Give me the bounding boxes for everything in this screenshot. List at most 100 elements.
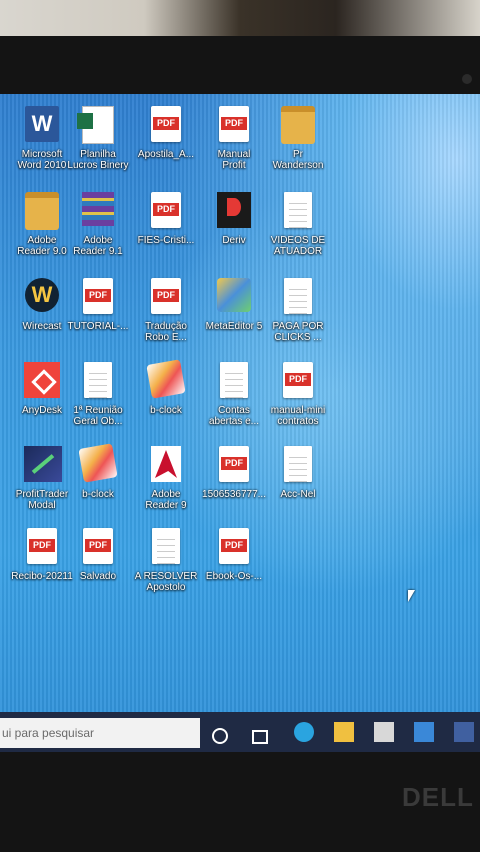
desktop-icon-label: Microsoft Word 2010 — [17, 149, 67, 171]
pdf-icon: PDF — [80, 528, 116, 568]
desktop-icon[interactable]: PAGA POR CLICKS ... — [266, 278, 330, 343]
pdf-icon: PDF — [280, 362, 316, 402]
pdf-icon: PDF — [80, 278, 116, 318]
wirecast-icon: W — [24, 278, 60, 318]
desktop-icon-label: Contas abertas e... — [208, 405, 260, 427]
desktop-icon[interactable]: 1ª Reunião Geral Ob... — [66, 362, 130, 427]
doc-icon — [148, 528, 184, 568]
doc-icon — [80, 362, 116, 402]
desktop-icon[interactable]: b-clock — [66, 443, 130, 500]
desktop-icon[interactable]: Contas abertas e... — [202, 362, 266, 427]
desktop-icon-label: Pr Wanderson — [272, 149, 324, 171]
desktop-icon-label: Acc-Nel — [280, 489, 316, 500]
edge-icon[interactable] — [294, 722, 314, 742]
desktop-icon-label: Planilha Lucros Binery — [67, 149, 129, 171]
doc-icon — [216, 362, 252, 402]
clock-icon — [78, 443, 118, 486]
anydesk-icon — [24, 362, 60, 402]
task-view-icon[interactable] — [252, 730, 268, 744]
doc-icon — [280, 278, 316, 318]
desktop-screen: W Microsoft Word 2010 Planilha Lucros Bine… — [0, 94, 480, 750]
pdf-icon: PDF — [216, 528, 252, 568]
desktop-icon[interactable]: Pr Wanderson — [266, 106, 330, 171]
desktop-icon-label: Adobe Reader 9 — [145, 489, 187, 511]
desktop-icon[interactable]: PDF FIES-Cristi... — [134, 192, 198, 246]
desktop-icon-label: AnyDesk — [21, 405, 62, 416]
folder-icon — [24, 192, 60, 232]
desktop-icon[interactable]: PDF Salvado — [66, 528, 130, 582]
desktop-icon[interactable]: W Microsoft Word 2010 — [10, 106, 74, 171]
doc-icon — [280, 192, 316, 232]
desktop-icon-label: manual-mini contratos — [270, 405, 326, 427]
store-icon[interactable] — [374, 722, 394, 742]
desktop-icon[interactable]: Planilha Lucros Binery — [66, 106, 130, 171]
pdf-icon: PDF — [216, 106, 252, 146]
file-explorer-icon[interactable] — [334, 722, 354, 742]
desktop-icon[interactable]: Adobe Reader 9.0 — [10, 192, 74, 257]
word-icon: W — [24, 106, 60, 146]
desktop-icon[interactable]: VIDEOS DE ATUADOR — [266, 192, 330, 257]
desktop-icon-label: b-clock — [150, 405, 182, 416]
cortana-icon[interactable] — [212, 728, 228, 744]
desktop-icon-label: Ebook-Os-... — [205, 571, 263, 582]
webcam — [462, 74, 472, 84]
pdf-icon: PDF — [148, 278, 184, 318]
desktop-icon-label: Salvado — [79, 571, 117, 582]
deriv-icon — [216, 192, 252, 232]
desktop-icon-label: 1ª Reunião Geral Ob... — [73, 405, 123, 427]
desktop-icon[interactable]: Deriv — [202, 192, 266, 246]
desktop-icon[interactable]: b-clock — [134, 359, 198, 416]
profit-icon — [24, 446, 62, 486]
desktop-icon[interactable]: PDF 1506536777... — [202, 446, 266, 500]
mail-icon[interactable] — [414, 722, 434, 742]
desktop-icon-label: b-clock — [82, 489, 114, 500]
desktop-icon-label: Recibo-20211 — [11, 571, 73, 582]
desktop-icon[interactable]: PDF TUTORIAL-... — [66, 278, 130, 332]
pdf-icon: PDF — [148, 106, 184, 146]
desktop-icon[interactable]: PDF Apostila_A... — [134, 106, 198, 160]
pdf-icon: PDF — [148, 192, 184, 232]
desktop-icon-label: Adobe Reader 9.1 — [73, 235, 123, 257]
zip-icon — [80, 192, 116, 232]
desktop-icon-label: Manual Profit — [217, 149, 251, 171]
desktop-icon[interactable]: Acc-Nel — [266, 446, 330, 500]
desktop-icon-label: Adobe Reader 9.0 — [17, 235, 67, 257]
taskbar-search-box[interactable]: ui para pesquisar — [0, 718, 200, 748]
desktop-icon[interactable]: PDF Recibo-20211 — [10, 528, 74, 582]
doc-icon — [280, 446, 316, 486]
desktop-icon-label: TUTORIAL-... — [67, 321, 129, 332]
desktop-icon-label: PAGA POR CLICKS ... — [272, 321, 324, 343]
excel-icon — [77, 106, 116, 146]
desktop-icon[interactable]: AnyDesk — [10, 362, 74, 416]
desktop-icon-label: Wirecast — [22, 321, 62, 332]
desktop-icon[interactable]: W Wirecast — [10, 278, 74, 332]
desktop-icon[interactable]: ProfitTrader Modal — [10, 446, 74, 511]
desktop-icon-label: A RESOLVER Apostolo — [134, 571, 198, 593]
desktop-icon-label: Apostila_A... — [137, 149, 195, 160]
pdf-icon: PDF — [24, 528, 60, 568]
desktop-icon[interactable]: PDF Manual Profit — [202, 106, 266, 171]
desktop-icon-label: ProfitTrader Modal — [15, 489, 69, 511]
background-wall — [0, 0, 480, 40]
desktop-icon[interactable]: MetaEditor 5 — [202, 278, 266, 332]
desktop-icon-label: MetaEditor 5 — [205, 321, 263, 332]
desktop-icon-label: Tradução Robo E... — [145, 321, 187, 343]
clock-icon — [146, 359, 186, 402]
mouse-cursor-icon — [408, 590, 415, 602]
meta-icon — [216, 278, 252, 318]
app-icon[interactable] — [454, 722, 474, 742]
pdf-icon: PDF — [216, 446, 252, 486]
dell-logo: DELL — [402, 782, 474, 812]
adobe-icon — [148, 446, 184, 486]
folder-icon — [280, 106, 316, 146]
desktop-icon[interactable]: PDF Tradução Robo E... — [134, 278, 198, 343]
desktop-icon-label: Deriv — [222, 235, 246, 246]
desktop-icon-label: 1506536777... — [202, 489, 266, 500]
desktop-icon[interactable]: PDF manual-mini contratos — [266, 362, 330, 427]
desktop-icon-label: VIDEOS DE ATUADOR — [270, 235, 326, 257]
desktop-icon[interactable]: Adobe Reader 9 — [134, 446, 198, 511]
desktop-icon[interactable]: PDF Ebook-Os-... — [202, 528, 266, 582]
desktop-icon[interactable]: A RESOLVER Apostolo — [134, 528, 198, 593]
desktop-icon[interactable]: Adobe Reader 9.1 — [66, 192, 130, 257]
desktop-icon-label: FIES-Cristi... — [137, 235, 195, 246]
